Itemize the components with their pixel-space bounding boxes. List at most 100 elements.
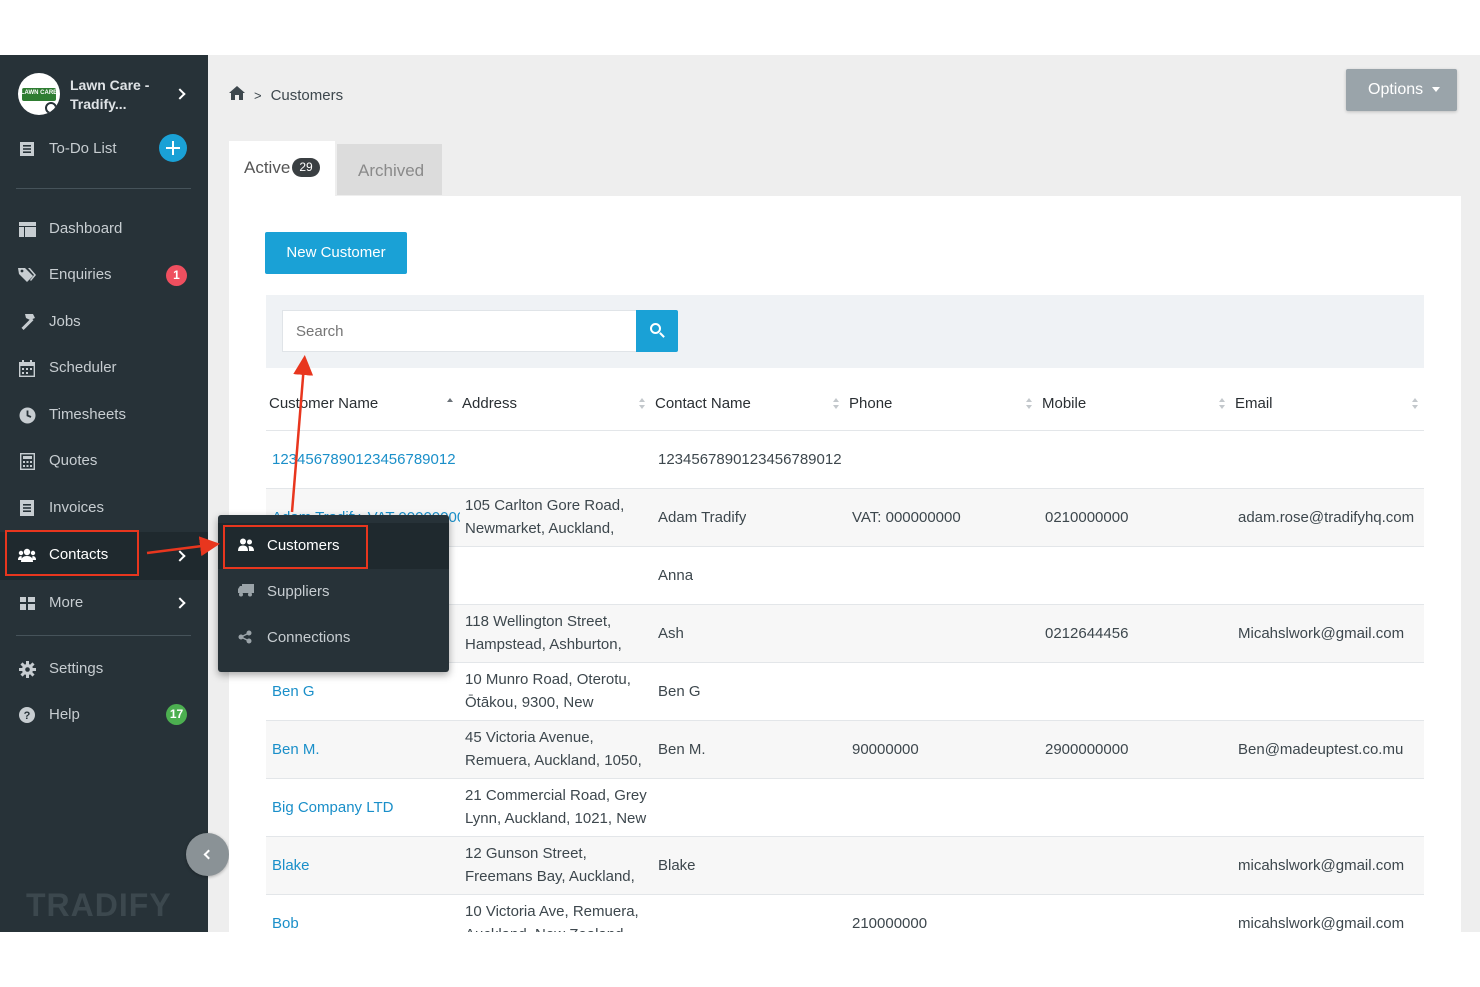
address: 12 Gunson Street, Freemans Bay, Auckland… [465,845,635,885]
mobile: 2900000000 [1045,741,1129,758]
calculator-icon [18,452,36,470]
collapse-sidebar-button[interactable] [186,833,229,876]
sidebar-item-timesheets[interactable]: Timesheets [0,395,208,435]
customer-name-link[interactable]: Ben G [272,680,315,703]
tab-active[interactable]: Active 29 [229,141,335,197]
customer-name-link[interactable]: Big Company LTD [272,796,393,819]
truck-icon [238,584,254,598]
options-button[interactable]: Options [1346,69,1457,111]
phone: 210000000 [852,915,928,932]
sidebar-item-help[interactable]: ? Help 17 [0,695,208,735]
contact-name: Ben G [658,683,701,700]
home-icon[interactable] [229,86,245,104]
address: 10 Munro Road, Oterotu, Ōtākou, 9300, Ne… [465,671,631,711]
contact-name: Anna [658,567,694,584]
sidebar-item-enquiries[interactable]: Enquiries 1 [0,255,208,295]
tab-archived[interactable]: Archived [337,144,442,195]
sidebar-item-label: Enquiries [49,266,112,283]
caret-down-icon [1432,87,1441,93]
table-row[interactable]: Bob 10 Victoria Ave, Remuera, Auckland, … [266,895,1424,932]
contacts-highlight-box [5,530,139,576]
sidebar-item-label: Timesheets [49,406,126,423]
email: micahslwork@gmail.com [1238,857,1405,874]
table-row[interactable]: Big Company LTD 21 Commercial Road, Grey… [266,779,1424,837]
contact-name: Ben M. [658,741,706,758]
customer-name-link[interactable]: Blake [272,854,310,877]
sidebar-item-label: Settings [49,660,104,677]
column-header-contact-name[interactable]: Contact Name [655,395,751,412]
customers-highlight-box [223,525,368,569]
sort-icon[interactable] [1219,398,1225,410]
hammer-icon [18,313,36,331]
sort-icon[interactable] [1412,398,1418,410]
tab-label: Active [244,158,291,177]
mobile: 0212644456 [1045,625,1129,642]
column-header-phone[interactable]: Phone [849,395,892,412]
address: 21 Commercial Road, Grey Lynn, Auckland,… [465,787,647,827]
contact-name: 12345678901234567890123... [658,451,842,468]
customer-name-link[interactable]: Ben M. [272,738,320,761]
email: Ben@madeuptest.co.mu [1238,741,1404,758]
customer-name-link[interactable]: 12345678901234567890123... [272,448,456,471]
search-button[interactable] [636,310,678,352]
new-customer-button[interactable]: New Customer [265,232,407,274]
address: 105 Carlton Gore Road, Newmarket, Auckla… [465,497,625,537]
sidebar-item-scheduler[interactable]: Scheduler [0,348,208,388]
sort-icon[interactable] [833,398,839,410]
table-row[interactable]: Ben M. 45 Victoria Avenue, Remuera, Auck… [266,721,1424,779]
sidebar-item-quotes[interactable]: Quotes [0,441,208,481]
clock-icon [18,406,36,424]
svg-text:?: ? [24,710,31,722]
active-count-badge: 29 [292,158,320,177]
submenu-item-connections[interactable]: Connections [218,615,449,661]
phone: 90000000 [852,741,919,758]
table-row[interactable]: Blake 12 Gunson Street, Freemans Bay, Au… [266,837,1424,895]
sidebar-item-settings[interactable]: Settings [0,649,208,689]
column-header-address[interactable]: Address [462,395,517,412]
sidebar-item-invoices[interactable]: Invoices [0,488,208,528]
help-count-badge: 17 [166,704,187,725]
sort-asc-icon[interactable] [447,398,453,410]
chevron-right-icon [174,597,186,609]
sidebar-item-label: Jobs [49,313,81,330]
table-row[interactable]: 12345678901234567890123... 1234567890123… [266,431,1424,489]
column-header-mobile[interactable]: Mobile [1042,395,1086,412]
customer-name-link[interactable]: Bob [272,912,299,932]
tags-icon [18,266,36,284]
column-header-customer-name[interactable]: Customer Name [269,395,378,412]
sidebar-item-label: More [49,594,84,611]
sort-icon[interactable] [1026,398,1032,410]
org-switcher[interactable]: LAWN CARE Lawn Care - Tradify... [0,55,208,131]
sort-icon[interactable] [639,398,645,410]
sidebar-item-label: To-Do List [49,140,117,157]
sidebar-item-label: Scheduler [49,359,117,376]
contact-name: Blake [658,857,696,874]
email: Micahslwork@gmail.com [1238,625,1405,642]
invoice-icon [18,499,36,517]
sidebar: LAWN CARE Lawn Care - Tradify... To-Do L… [0,55,208,932]
share-icon [238,630,254,644]
address: 45 Victoria Avenue, Remuera, Auckland, 1… [465,729,642,769]
column-header-email[interactable]: Email [1235,395,1273,412]
breadcrumb: > Customers [229,86,343,104]
sidebar-item-more[interactable]: More [0,583,208,623]
enquiries-count-badge: 1 [166,265,187,286]
address: 10 Victoria Ave, Remuera, Auckland, New … [465,903,639,932]
sidebar-item-dashboard[interactable]: Dashboard [0,209,208,249]
add-todo-button[interactable] [159,134,187,162]
address: 118 Wellington Street, Hampstead, Ashbur… [465,613,622,653]
help-icon: ? [18,706,36,724]
org-logo: LAWN CARE [18,73,60,115]
email: adam.rose@tradifyhq.com [1238,509,1415,526]
sidebar-item-label: Dashboard [49,220,123,237]
breadcrumb-separator: > [254,87,262,103]
sidebar-item-jobs[interactable]: Jobs [0,302,208,342]
breadcrumb-current: Customers [270,86,344,104]
gear-icon [18,660,36,678]
email: micahslwork@gmail.com [1238,915,1405,932]
chevron-right-icon [174,550,186,562]
submenu-item-suppliers[interactable]: Suppliers [218,569,449,615]
phone: VAT: 000000000 [852,509,961,526]
search-input[interactable] [282,310,638,352]
tab-label: Archived [358,161,425,180]
